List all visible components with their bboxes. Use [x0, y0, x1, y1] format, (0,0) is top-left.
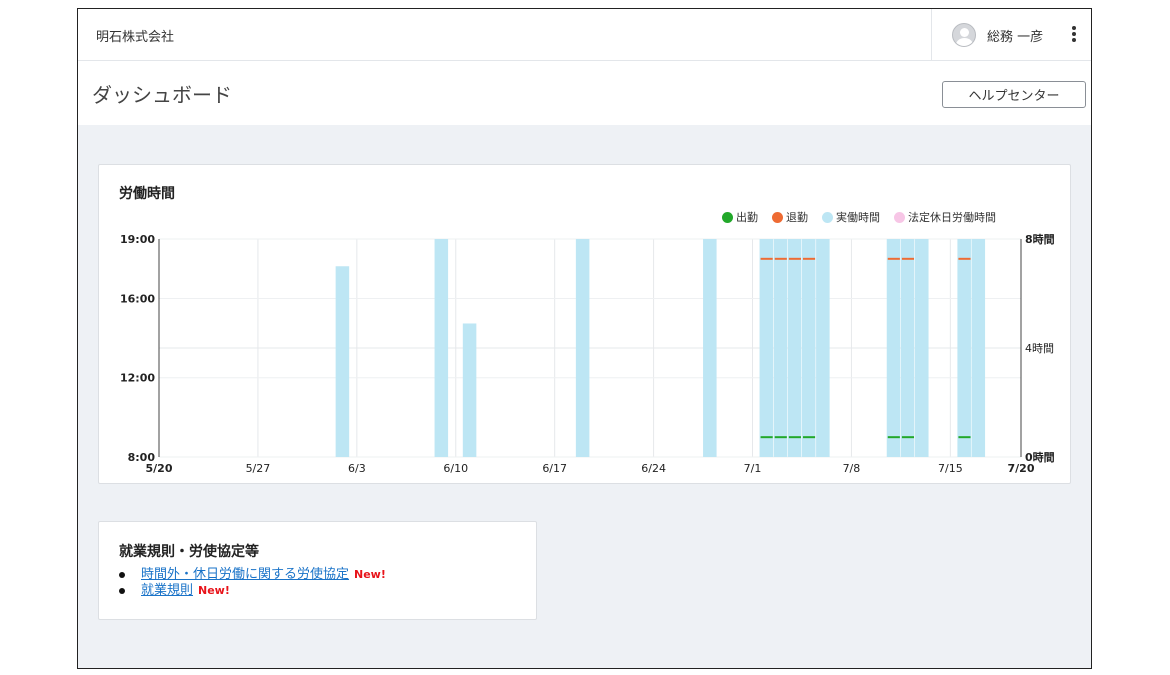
bullet-icon [119, 572, 125, 578]
x-tick-label: 6/24 [641, 462, 666, 475]
y-left-tick-label: 19:00 [120, 233, 155, 246]
work-hours-bar [773, 239, 788, 457]
work-hours-bar [886, 239, 901, 457]
page-title: ダッシュボード [92, 83, 232, 107]
list-item: 時間外・休日労働に関する労使協定 New! [119, 567, 386, 583]
work-rules-link[interactable]: 就業規則 [141, 583, 193, 599]
work-hours-bar [462, 323, 477, 457]
y-left-tick-label: 12:00 [120, 372, 155, 385]
x-tick-label: 5/27 [246, 462, 271, 475]
y-left-tick-label: 16:00 [120, 292, 155, 305]
overtime-agreement-link[interactable]: 時間外・休日労働に関する労使協定 [141, 567, 349, 583]
list-item: 就業規則 New! [119, 583, 386, 599]
x-tick-label: 5/20 [146, 462, 173, 475]
new-badge: New! [198, 584, 230, 597]
bullet-icon [119, 588, 125, 594]
company-name: 明石株式会社 [96, 30, 175, 45]
work-hours-bar [759, 239, 774, 457]
x-tick-label: 6/10 [443, 462, 468, 475]
work-hours-bar [787, 239, 802, 457]
work-hours-bar [900, 239, 915, 457]
user-avatar-icon[interactable] [952, 23, 976, 47]
rules-title: 就業規則・労使協定等 [119, 544, 259, 560]
x-tick-label: 6/17 [542, 462, 567, 475]
more-options-icon[interactable] [1071, 26, 1077, 44]
new-badge: New! [354, 568, 386, 581]
x-tick-label: 7/1 [744, 462, 762, 475]
x-tick-label: 6/3 [348, 462, 366, 475]
top-bar: 明石株式会社 総務 一彦 [78, 9, 1091, 61]
rules-list: 時間外・休日労働に関する労使協定 New! 就業規則 New! [119, 567, 386, 599]
working-hours-card: 労働時間 出勤 退勤 実働時間 法定休日労働時間 19:00 16:00 12:00 8:0… [98, 164, 1071, 484]
rules-card: 就業規則・労使協定等 時間外・休日労働に関する労使協定 New! 就業規則 Ne… [98, 521, 537, 620]
work-hours-bar [957, 239, 971, 457]
user-name[interactable]: 総務 一彦 [987, 26, 1043, 45]
y-right-tick-label: 8時間 [1025, 232, 1055, 246]
page-header: ダッシュボード ヘルプセンター [78, 61, 1091, 125]
work-hours-bar [703, 239, 717, 457]
work-hours-bar [335, 266, 350, 457]
x-tick-label: 7/15 [938, 462, 963, 475]
work-hours-bar [801, 239, 816, 457]
x-tick-label: 7/20 [1008, 462, 1035, 475]
working-hours-chart: 19:0016:0012:008:008時間4時間0時間5/20 5/27 6/3 6… [120, 232, 1055, 475]
user-menu[interactable]: 総務 一彦 [931, 9, 1091, 61]
work-hours-bar [575, 239, 590, 457]
help-center-button[interactable]: ヘルプセンター [942, 81, 1086, 108]
work-hours-bar [915, 239, 929, 457]
x-tick-label: 7/8 [843, 462, 861, 475]
work-hours-bar [971, 239, 986, 457]
work-hours-bar [434, 239, 449, 457]
work-hours-bar [816, 239, 830, 457]
app-window: 明石株式会社 総務 一彦 ダッシュボード ヘルプセンター 労働時間 出勤 退勤 実働… [77, 8, 1092, 669]
y-right-tick-label: 4時間 [1025, 342, 1054, 355]
